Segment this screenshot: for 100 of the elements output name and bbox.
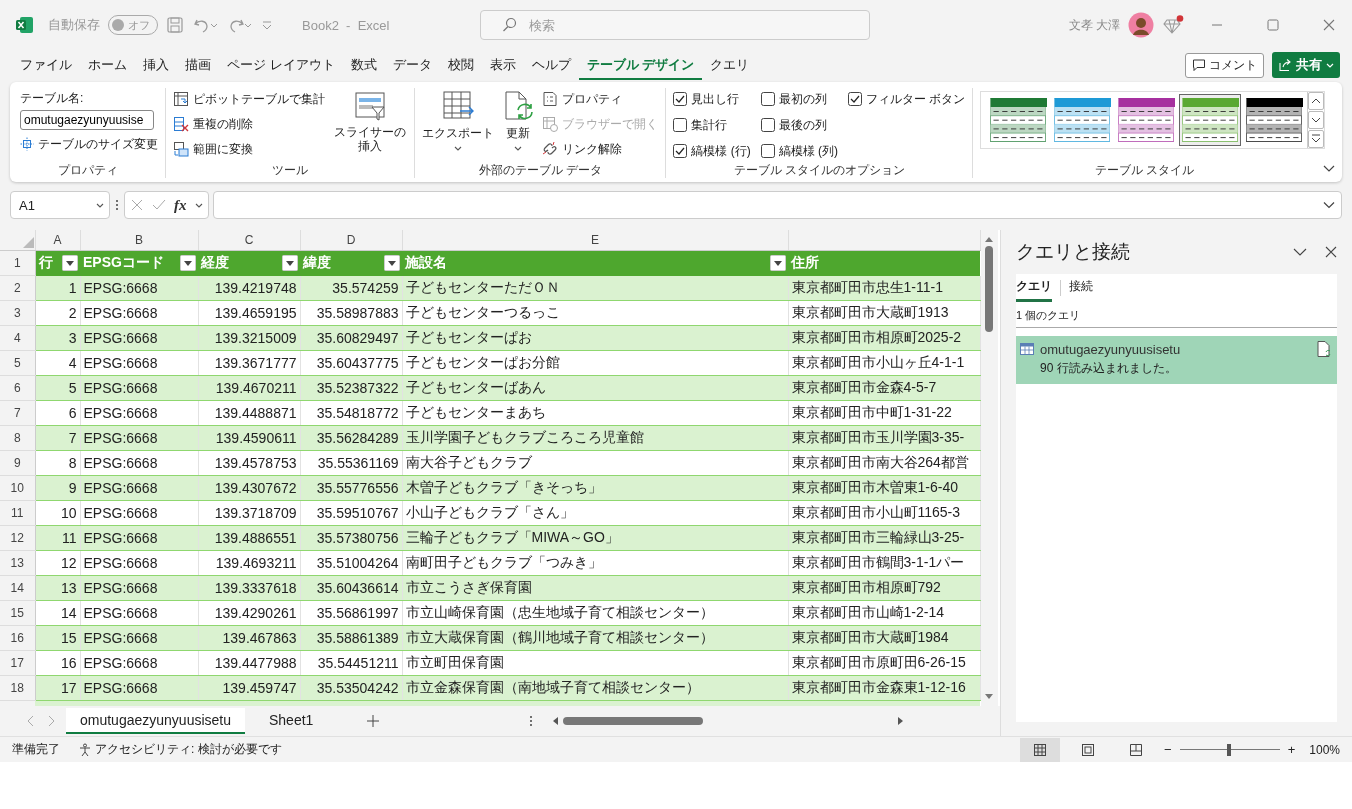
caret-icon[interactable] — [514, 145, 523, 152]
ribbon-tab[interactable]: ページ レイアウト — [219, 50, 343, 80]
column-header[interactable]: B — [80, 230, 198, 251]
row-header[interactable]: 15 — [0, 600, 35, 625]
zoom-in-button[interactable]: + — [1287, 742, 1296, 757]
column-header[interactable]: E — [402, 230, 788, 251]
row-header[interactable]: 9 — [0, 450, 35, 475]
row-header[interactable]: 14 — [0, 575, 35, 600]
ribbon-tab[interactable]: クエリ — [702, 50, 758, 80]
filter-dropdown-icon[interactable] — [62, 255, 78, 272]
ribbon-tab[interactable]: 校閲 — [439, 50, 482, 80]
zoom-out-button[interactable]: − — [1164, 742, 1172, 757]
pane-tab[interactable]: クエリ — [1016, 274, 1052, 302]
ribbon-button[interactable]: 重複の削除 — [173, 113, 325, 135]
table-cell: 139.459747 — [198, 675, 300, 700]
ribbon-button[interactable]: 範囲に変換 — [173, 138, 325, 160]
row-header[interactable]: 17 — [0, 650, 35, 675]
filter-dropdown-icon[interactable] — [282, 255, 298, 272]
name-box[interactable]: A1 — [10, 191, 110, 219]
row-header[interactable]: 16 — [0, 625, 35, 650]
ribbon-tab[interactable]: ヘルプ — [523, 50, 579, 80]
expand-icon[interactable] — [1323, 201, 1335, 209]
more-styles-icon[interactable] — [1308, 129, 1325, 148]
ribbon-button[interactable]: リンク解除 — [542, 138, 659, 160]
row-header[interactable]: 10 — [0, 475, 35, 500]
refresh-document-icon[interactable] — [1317, 341, 1331, 357]
accessibility-button[interactable]: アクセシビリティ: 検討が必要です — [78, 741, 282, 758]
ribbon-tab[interactable]: 数式 — [342, 50, 385, 80]
row-header[interactable]: 8 — [0, 425, 35, 450]
close-icon[interactable] — [1325, 246, 1337, 258]
checkbox-icon[interactable] — [848, 92, 863, 106]
column-header[interactable]: A — [35, 230, 80, 251]
ribbon-tab[interactable]: 描画 — [177, 50, 219, 80]
table-cell: EPSG:6668 — [80, 500, 198, 525]
caret-icon[interactable] — [454, 145, 463, 152]
table-name-field[interactable]: omutugaezyunyuusise — [20, 110, 154, 130]
scroll-down-icon[interactable] — [1308, 111, 1325, 129]
checkbox-icon[interactable] — [760, 92, 775, 106]
pane-tab[interactable]: 接続 — [1069, 274, 1093, 302]
scroll-up-icon[interactable] — [1308, 92, 1325, 111]
checkbox-icon[interactable] — [760, 118, 775, 132]
comment-button[interactable]: コメント — [1185, 52, 1264, 78]
view-button[interactable] — [1020, 737, 1061, 762]
table-style-swatch[interactable] — [1179, 94, 1242, 146]
resize-table-button[interactable]: テーブルのサイズ変更 — [20, 133, 158, 155]
sheet-tab[interactable]: omutugaezyunyuusisetu — [66, 708, 245, 734]
insert-slicer-button[interactable]: スライサーの挿入 — [333, 88, 408, 162]
add-sheet-icon[interactable] — [367, 715, 380, 727]
ribbon-button[interactable]: ピボットテーブルで集計 — [173, 88, 325, 110]
row-header[interactable]: 13 — [0, 550, 35, 575]
avatar-icon[interactable] — [1128, 12, 1154, 38]
checkbox-icon[interactable] — [673, 92, 688, 106]
pane-options-icon[interactable] — [1293, 247, 1307, 257]
filter-dropdown-icon[interactable] — [180, 255, 196, 272]
row-header[interactable]: 1 — [0, 250, 35, 276]
row-header[interactable]: 6 — [0, 375, 35, 400]
scrollbar-thumb[interactable] — [563, 717, 704, 725]
refresh-button[interactable]: 更新 — [502, 88, 535, 162]
query-item[interactable]: omutugaezyunyuusisetu 90 行読み込まれました。 — [1016, 336, 1337, 384]
table-cell: 東京都町田市相原町792 — [788, 575, 980, 600]
ribbon-tab[interactable]: 挿入 — [135, 50, 177, 80]
column-header[interactable]: D — [300, 230, 402, 251]
ribbon-tab[interactable]: テーブル デザイン — [578, 50, 703, 80]
ribbon-tab[interactable]: ファイル — [12, 50, 80, 80]
table-cell: 139.4307672 — [198, 475, 300, 500]
row-header[interactable]: 18 — [0, 675, 35, 700]
column-header[interactable]: C — [198, 230, 300, 251]
filter-dropdown-icon[interactable] — [770, 255, 786, 272]
filter-dropdown-icon[interactable] — [384, 255, 400, 272]
row-header[interactable]: 12 — [0, 525, 35, 550]
checkbox-icon[interactable] — [673, 144, 688, 158]
scrollbar-thumb[interactable] — [985, 246, 993, 332]
insert-function-button[interactable]: fx — [174, 196, 187, 214]
search-field[interactable]: 検索 — [480, 10, 870, 40]
checkbox-icon[interactable] — [760, 144, 775, 158]
row-header[interactable]: 2 — [0, 275, 35, 300]
row-header[interactable]: 7 — [0, 400, 35, 425]
caret-icon[interactable] — [96, 201, 104, 209]
diamond-icon[interactable] — [1162, 15, 1184, 35]
export-button[interactable]: エクスポート — [422, 88, 495, 162]
ribbon-button[interactable]: プロパティ — [542, 88, 659, 110]
row-header[interactable]: 4 — [0, 325, 35, 350]
pane-title: クエリと接続 — [1016, 240, 1130, 264]
row-header[interactable]: 3 — [0, 300, 35, 325]
more-options-icon[interactable] — [114, 198, 120, 212]
row-header[interactable]: 11 — [0, 500, 35, 525]
caret-icon[interactable] — [194, 201, 203, 209]
checkbox-icon[interactable] — [673, 118, 688, 132]
collapse-ribbon-icon[interactable] — [1322, 164, 1336, 174]
browser-table-icon — [542, 116, 559, 132]
ribbon-tab[interactable]: データ — [384, 50, 440, 80]
ribbon-tab[interactable]: ホーム — [80, 50, 135, 80]
sheet-tab[interactable]: Sheet1 — [255, 708, 328, 734]
more-options-icon[interactable] — [529, 715, 534, 727]
scroll-left-icon[interactable] — [551, 716, 560, 726]
formula-input[interactable] — [213, 191, 1342, 219]
table-cell: 35.60829497 — [300, 325, 402, 350]
row-header[interactable]: 5 — [0, 350, 35, 375]
share-button[interactable]: 共有 — [1272, 52, 1340, 78]
ribbon-tab[interactable]: 表示 — [481, 50, 524, 80]
